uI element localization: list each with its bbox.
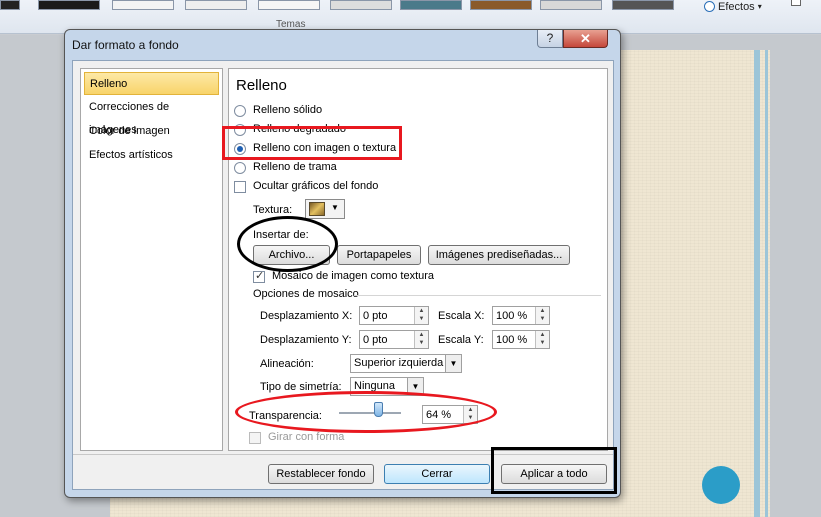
theme-thumbnail[interactable]	[540, 0, 602, 10]
rotate-with-shape-label: Girar con forma	[268, 431, 345, 443]
highlight-rectangle	[222, 126, 402, 160]
category-item-artistic-effects[interactable]: Efectos artísticos	[84, 144, 219, 167]
scale-x-value: 100 %	[496, 310, 528, 322]
scale-y-value: 100 %	[496, 334, 528, 346]
theme-thumbnail[interactable]	[185, 0, 247, 10]
highlight-rectangle	[491, 447, 617, 494]
clipboard-button[interactable]: Portapapeles	[337, 245, 421, 265]
reset-background-button[interactable]: Restablecer fondo	[268, 464, 374, 484]
spinner-arrows-icon[interactable]: ▲ ▼	[535, 307, 549, 324]
chevron-down-icon: ▾	[757, 2, 762, 11]
alignment-select[interactable]: Superior izquierda ▼	[350, 354, 462, 373]
effects-label: Efectos	[718, 0, 755, 13]
radio-pattern-fill-label[interactable]: Relleno de trama	[253, 161, 337, 173]
spinner-arrows-icon[interactable]: ▲ ▼	[535, 331, 549, 348]
panel-title: Relleno	[236, 77, 287, 94]
theme-thumbnail[interactable]	[0, 0, 20, 10]
spinner-arrows-icon[interactable]: ▲ ▼	[414, 331, 428, 348]
scale-y-label: Escala Y:	[438, 334, 484, 346]
category-item-fill[interactable]: Relleno	[84, 72, 219, 95]
slide-accent-circle	[702, 466, 740, 504]
hide-background-graphics-label[interactable]: Ocultar gráficos del fondo	[253, 180, 378, 192]
category-list: Relleno Correcciones de imágenes Color d…	[80, 68, 223, 451]
scale-y-spinner[interactable]: 100 % ▲ ▼	[492, 330, 550, 349]
offset-y-label: Desplazamiento Y:	[260, 334, 352, 346]
effects-button[interactable]: Efectos ▾	[704, 0, 762, 13]
tile-texture-label[interactable]: Mosaico de imagen como textura	[272, 270, 434, 282]
offset-x-spinner[interactable]: 0 pto ▲ ▼	[359, 306, 429, 325]
clipart-button[interactable]: Imágenes prediseñadas...	[428, 245, 570, 265]
offset-x-label: Desplazamiento X:	[260, 310, 353, 322]
texture-label: Textura:	[253, 204, 293, 216]
chevron-down-icon: ▼	[331, 203, 339, 212]
theme-thumbnail[interactable]	[258, 0, 320, 10]
close-button[interactable]: ✕	[563, 30, 608, 48]
theme-thumbnail[interactable]	[112, 0, 174, 10]
scale-x-label: Escala X:	[438, 310, 485, 322]
radio-solid-fill-label[interactable]: Relleno sólido	[253, 104, 322, 116]
group-divider	[354, 295, 601, 296]
category-item-image-color[interactable]: Color de imagen	[84, 120, 219, 143]
radio-pattern-fill[interactable]	[234, 162, 246, 174]
help-button[interactable]: ?	[537, 30, 563, 48]
offset-y-spinner[interactable]: 0 pto ▲ ▼	[359, 330, 429, 349]
slide-stripe	[754, 50, 760, 517]
close-dialog-button[interactable]: Cerrar	[384, 464, 490, 484]
ribbon-checkbox[interactable]	[791, 0, 801, 6]
theme-thumbnail[interactable]	[400, 0, 462, 10]
offset-y-value: 0 pto	[363, 334, 388, 346]
dialog-title: Dar formato a fondo	[72, 38, 179, 52]
rotate-with-shape-checkbox[interactable]	[249, 432, 261, 444]
category-item-image-corrections[interactable]: Correcciones de imágenes	[84, 96, 219, 136]
theme-thumbnail[interactable]	[330, 0, 392, 10]
radio-solid-fill[interactable]	[234, 105, 246, 117]
texture-swatch-icon	[309, 202, 325, 216]
alignment-value: Superior izquierda	[354, 357, 444, 369]
alignment-label: Alineación:	[260, 358, 314, 370]
scale-x-spinner[interactable]: 100 % ▲ ▼	[492, 306, 550, 325]
slide-stripe	[765, 50, 768, 517]
hide-background-graphics-checkbox[interactable]	[234, 181, 246, 193]
tile-texture-checkbox[interactable]	[253, 269, 265, 283]
offset-x-value: 0 pto	[363, 310, 388, 322]
tile-options-label: Opciones de mosaico	[253, 288, 359, 300]
texture-picker[interactable]: ▼	[305, 199, 345, 219]
spinner-arrows-icon[interactable]: ▲ ▼	[414, 307, 428, 324]
theme-thumbnail[interactable]	[38, 0, 100, 10]
theme-thumbnail[interactable]	[470, 0, 532, 10]
effects-icon	[704, 1, 715, 12]
chevron-down-icon[interactable]: ▼	[445, 355, 461, 372]
highlight-ellipse	[237, 216, 338, 272]
highlight-ellipse	[235, 391, 497, 433]
theme-thumbnail[interactable]	[612, 0, 674, 10]
